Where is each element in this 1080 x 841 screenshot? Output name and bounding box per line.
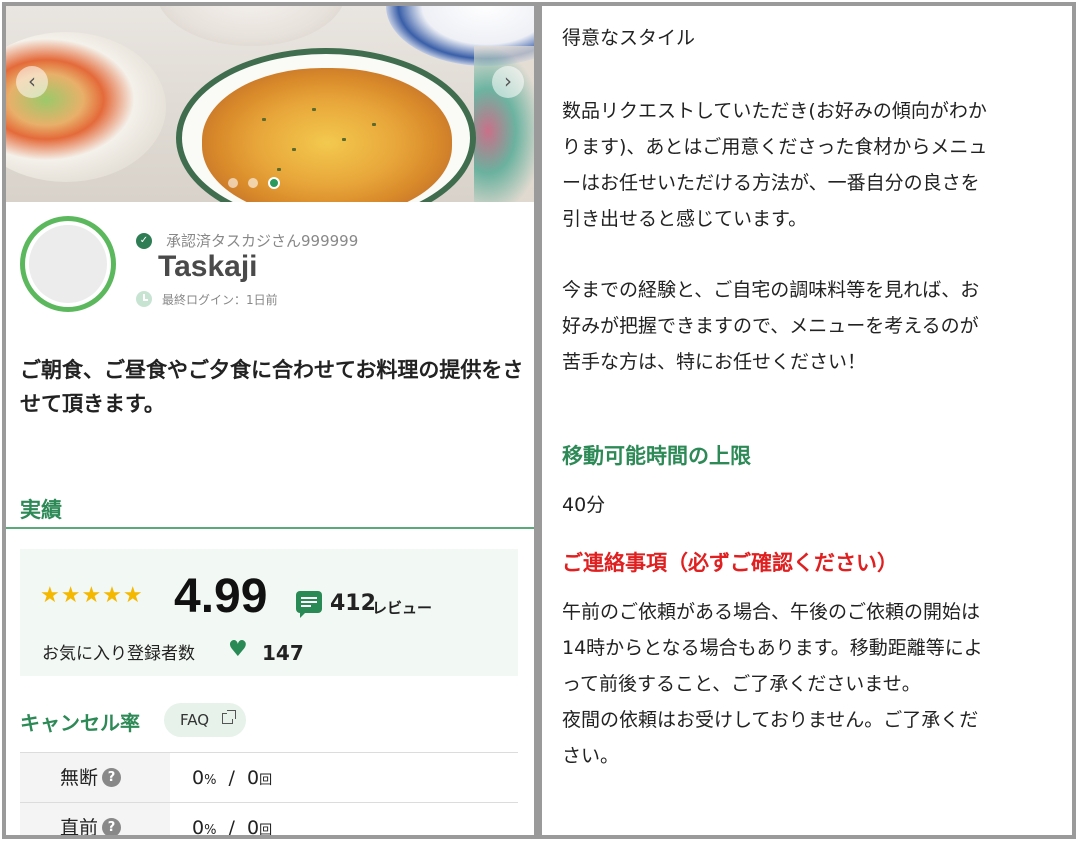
notice-title: ご連絡事項（必ずご確認ください） xyxy=(562,551,898,575)
last-login: 最終ログイン：1日前 xyxy=(162,293,278,307)
review-label[interactable]: レビュー xyxy=(372,597,432,618)
favorites-label: お気に入り登録者数 xyxy=(42,644,195,664)
heart-icon: ♥ xyxy=(228,637,248,662)
chevron-right-icon[interactable]: › xyxy=(492,66,524,98)
faq-label: FAQ xyxy=(180,711,210,729)
help-icon[interactable]: ? xyxy=(102,818,122,835)
comment-icon xyxy=(296,591,322,618)
details-panel: 得意なスタイル 数品リクエストしていただき(お好みの傾向がわか ります)、あとは… xyxy=(538,2,1076,839)
cancel-rate-title: キャンセル率 xyxy=(20,711,140,735)
count-value: 0 xyxy=(247,817,260,839)
star-rating-icon: ★★★★★ xyxy=(40,583,144,608)
results-title: 実績 xyxy=(20,498,62,522)
profile-headline: ご朝食、ご昼食やご夕食に合わせてお料理の提供をさせて頂きます。 xyxy=(20,358,524,416)
percent-value: 0 xyxy=(192,767,205,789)
profile-panel: ‹ › ✓ 承認済タスカジさん999999 Taskaji 最終ログイン：1日前… xyxy=(2,2,538,839)
travel-time-title: 移動可能時間の上限 xyxy=(562,444,751,468)
verified-label: 承認済タスカジさん999999 xyxy=(166,232,359,250)
external-link-icon xyxy=(222,710,236,724)
table-row: 無断? 0% / 0回 xyxy=(20,752,518,803)
notice-paragraph: 午前のご依頼がある場合、午後のご依頼の開始は 14時からとなる場合もあります。移… xyxy=(562,601,983,767)
style-title: 得意なスタイル xyxy=(562,27,696,49)
count-value: 0 xyxy=(247,767,260,789)
chevron-left-icon[interactable]: ‹ xyxy=(16,66,48,98)
review-count[interactable]: 412 xyxy=(330,591,376,616)
carousel-dot[interactable] xyxy=(248,178,258,188)
style-paragraph-2: 今までの経験と、ご自宅の調味料等を見れば、お 好みが把握できますので、メニューを… xyxy=(562,279,980,373)
food-photo xyxy=(6,32,166,182)
row-label: 直前 xyxy=(60,817,99,839)
cancel-rate-table: 無断? 0% / 0回 直前? 0% / 0回 xyxy=(20,752,518,839)
stats-box: ★★★★★ 4.99 412 レビュー お気に入り登録者数 ♥ 147 xyxy=(20,549,518,676)
help-icon[interactable]: ? xyxy=(102,768,122,787)
avatar xyxy=(20,216,116,312)
divider xyxy=(6,527,534,529)
favorites-count: 147 xyxy=(262,641,304,665)
style-paragraph-1: 数品リクエストしていただき(お好みの傾向がわか ります)、あとはご用意くださった… xyxy=(562,100,988,230)
profile-name: Taskaji xyxy=(158,250,258,283)
carousel-dot[interactable] xyxy=(228,178,238,188)
travel-time-value: 40分 xyxy=(562,494,606,516)
check-icon: ✓ xyxy=(136,233,152,249)
photo-carousel[interactable]: ‹ › xyxy=(6,6,534,202)
clock-icon xyxy=(136,291,152,307)
rating-value: 4.99 xyxy=(174,570,268,623)
faq-button[interactable]: FAQ xyxy=(164,703,246,737)
carousel-dot-active[interactable] xyxy=(268,177,280,189)
percent-value: 0 xyxy=(192,817,205,839)
table-row: 直前? 0% / 0回 xyxy=(20,802,518,839)
carousel-dots xyxy=(228,177,280,189)
row-label: 無断 xyxy=(60,767,99,789)
